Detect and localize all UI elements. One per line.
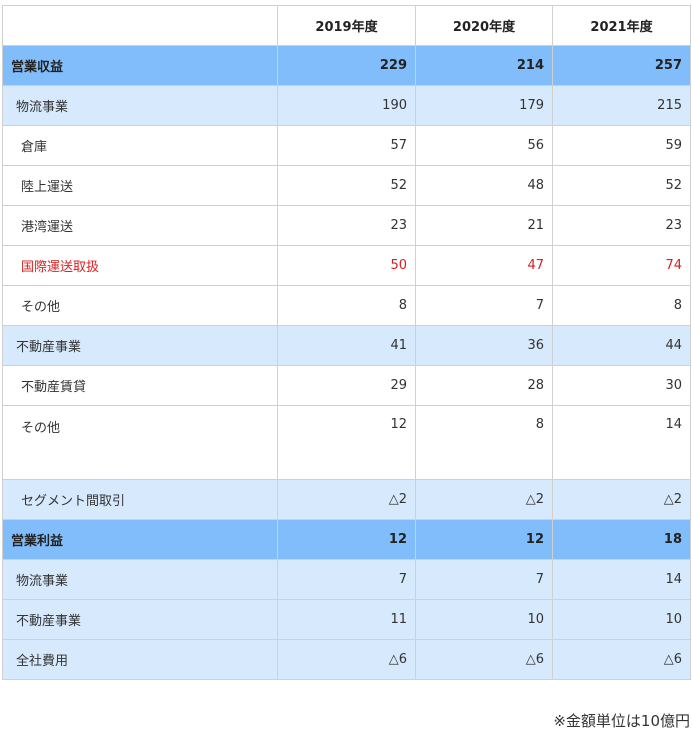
table-row: 不動産事業 41 36 44 [2, 325, 691, 366]
cell-2021: 30 [552, 365, 691, 406]
cell-2019: 12 [277, 405, 416, 480]
cell-2021: 74 [552, 245, 691, 286]
cell-2019: 57 [277, 125, 416, 166]
cell-2019: 29 [277, 365, 416, 406]
row-label: セグメント間取引 [2, 479, 278, 520]
row-label: 営業収益 [2, 45, 278, 86]
row-label: その他 [2, 285, 278, 326]
table-row: 陸上運送 52 48 52 [2, 165, 691, 206]
cell-2021: 59 [552, 125, 691, 166]
cell-2019: 229 [277, 45, 416, 86]
column-header-label [2, 5, 278, 46]
table-row: その他 12 8 14 [2, 405, 691, 480]
cell-2020: △6 [415, 639, 553, 680]
cell-2021: △2 [552, 479, 691, 520]
cell-2021: 14 [552, 559, 691, 600]
cell-2020: 7 [415, 285, 553, 326]
cell-2019: 52 [277, 165, 416, 206]
table-row: 物流事業 190 179 215 [2, 85, 691, 126]
row-label: 営業利益 [2, 519, 278, 560]
cell-2020: 10 [415, 599, 553, 640]
cell-2021: 23 [552, 205, 691, 246]
row-label: 港湾運送 [2, 205, 278, 246]
cell-2019: △6 [277, 639, 416, 680]
cell-2020: 7 [415, 559, 553, 600]
table-row: セグメント間取引 △2 △2 △2 [2, 479, 691, 520]
cell-2020: 56 [415, 125, 553, 166]
table-row: 不動産賃貸 29 28 30 [2, 365, 691, 406]
cell-2020: 36 [415, 325, 553, 366]
cell-2019: 190 [277, 85, 416, 126]
cell-2020: △2 [415, 479, 553, 520]
table-row-highlighted: 国際運送取扱 50 47 74 [2, 245, 691, 286]
column-header-2020: 2020年度 [415, 5, 553, 46]
financial-table: 2019年度 2020年度 2021年度 営業収益 229 214 257 物流… [2, 5, 691, 680]
table-row: 倉庫 57 56 59 [2, 125, 691, 166]
row-label: 物流事業 [2, 85, 278, 126]
table-row: その他 8 7 8 [2, 285, 691, 326]
cell-2021: 10 [552, 599, 691, 640]
row-label: 国際運送取扱 [2, 245, 278, 286]
row-label: 物流事業 [2, 559, 278, 600]
cell-2019: 8 [277, 285, 416, 326]
cell-2020: 48 [415, 165, 553, 206]
row-label: 陸上運送 [2, 165, 278, 206]
table-row: 営業利益 12 12 18 [2, 519, 691, 560]
cell-2019: △2 [277, 479, 416, 520]
row-label: 不動産賃貸 [2, 365, 278, 406]
column-header-2019: 2019年度 [277, 5, 416, 46]
cell-2021: 215 [552, 85, 691, 126]
table-row: 全社費用 △6 △6 △6 [2, 639, 691, 680]
cell-2020: 28 [415, 365, 553, 406]
cell-2020: 214 [415, 45, 553, 86]
column-header-row: 2019年度 2020年度 2021年度 [2, 5, 691, 46]
cell-2019: 23 [277, 205, 416, 246]
cell-2021: 8 [552, 285, 691, 326]
unit-note: ※金額単位は10億円 [553, 712, 690, 730]
cell-2021: 52 [552, 165, 691, 206]
cell-2021: △6 [552, 639, 691, 680]
cell-2019: 11 [277, 599, 416, 640]
cell-2020: 8 [415, 405, 553, 480]
column-header-2021: 2021年度 [552, 5, 691, 46]
cell-2019: 12 [277, 519, 416, 560]
table-row: 営業収益 229 214 257 [2, 45, 691, 86]
cell-2021: 257 [552, 45, 691, 86]
cell-2020: 12 [415, 519, 553, 560]
cell-2021: 14 [552, 405, 691, 480]
row-label: その他 [2, 405, 278, 480]
cell-2020: 47 [415, 245, 553, 286]
cell-2020: 21 [415, 205, 553, 246]
cell-2021: 18 [552, 519, 691, 560]
cell-2021: 44 [552, 325, 691, 366]
row-label: 不動産事業 [2, 599, 278, 640]
table-row: 不動産事業 11 10 10 [2, 599, 691, 640]
row-label: 全社費用 [2, 639, 278, 680]
cell-2019: 7 [277, 559, 416, 600]
cell-2019: 50 [277, 245, 416, 286]
row-label: 倉庫 [2, 125, 278, 166]
cell-2020: 179 [415, 85, 553, 126]
cell-2019: 41 [277, 325, 416, 366]
table-row: 物流事業 7 7 14 [2, 559, 691, 600]
table-row: 港湾運送 23 21 23 [2, 205, 691, 246]
row-label: 不動産事業 [2, 325, 278, 366]
